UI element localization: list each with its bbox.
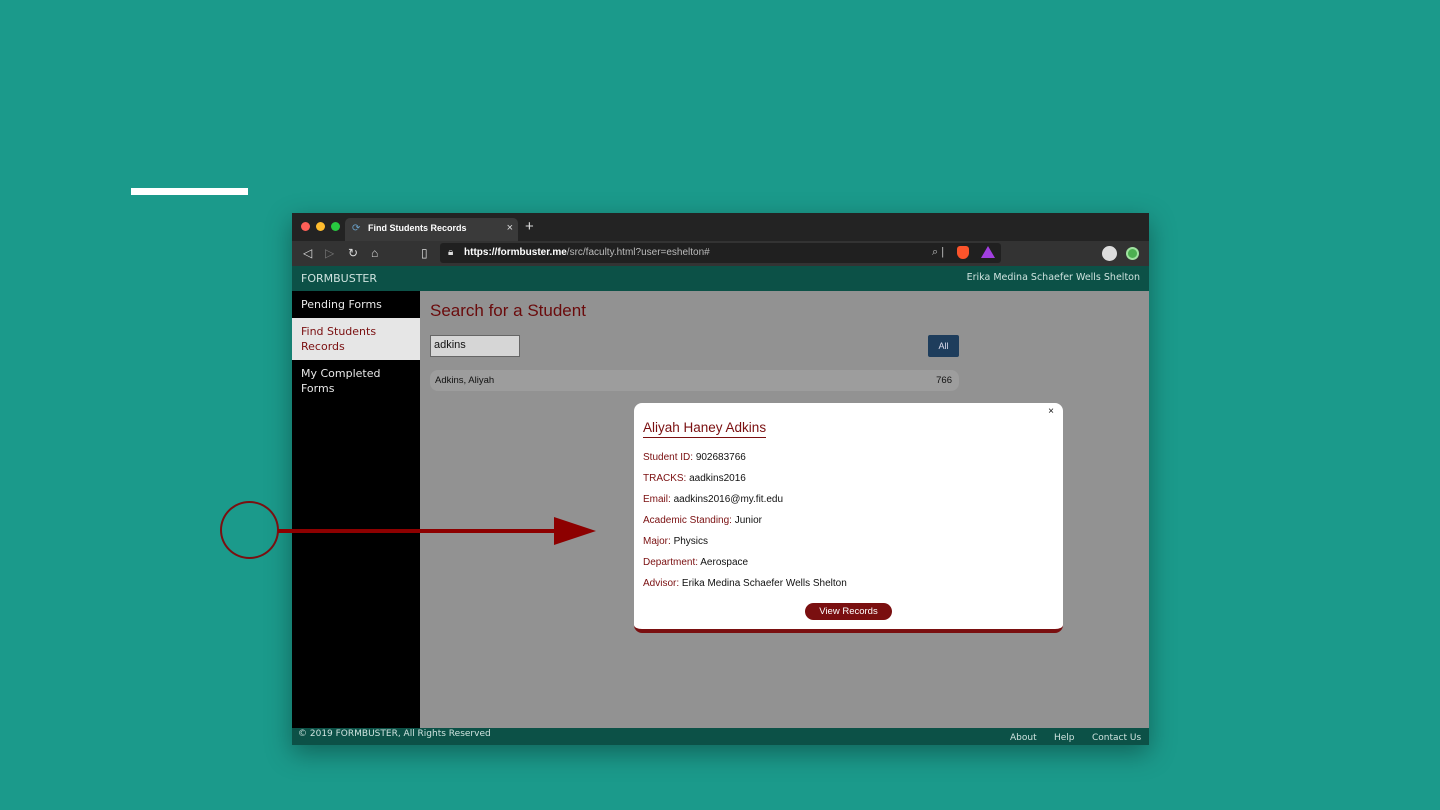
back-icon[interactable]: ◁ <box>303 246 312 260</box>
bookmark-icon[interactable]: ▯ <box>421 246 428 260</box>
page-title: Search for a Student <box>430 301 586 320</box>
field-value: aadkins2016 <box>689 473 746 484</box>
browser-window: ⟳ Find Students Records × + ◁ ▷ ↻ ⌂ ▯ 🔒︎… <box>292 213 1149 745</box>
new-tab-button[interactable]: + <box>525 218 534 235</box>
slide-accent-bar <box>131 188 248 195</box>
field-label: Student ID: <box>643 452 694 463</box>
field-academic-standing: Academic Standing: Junior <box>643 515 762 526</box>
search-result-row[interactable]: Adkins, Aliyah 766 <box>430 370 959 391</box>
main-content: Search for a Student adkins All Adkins, … <box>420 291 1149 728</box>
student-detail-modal: × Aliyah Haney Adkins Student ID: 902683… <box>634 403 1063 633</box>
forward-icon[interactable]: ▷ <box>325 246 334 260</box>
field-advisor: Advisor: Erika Medina Schaefer Wells She… <box>643 578 847 589</box>
field-label: Academic Standing: <box>643 515 732 526</box>
url-text: https://formbuster.me/src/faculty.html?u… <box>464 247 710 258</box>
annotation-circle <box>220 501 279 559</box>
field-department: Department: Aerospace <box>643 557 748 568</box>
result-student-id: 766 <box>936 375 952 386</box>
address-bar[interactable]: 🔒︎ https://formbuster.me/src/faculty.htm… <box>440 243 1001 263</box>
sidebar: Pending Forms Find Students Records My C… <box>292 291 420 728</box>
browser-toolbar: ◁ ▷ ↻ ⌂ ▯ 🔒︎ https://formbuster.me/src/f… <box>292 241 1149 266</box>
field-label: Department: <box>643 557 699 568</box>
tab-title: Find Students Records <box>368 223 467 233</box>
field-email: Email: aadkins2016@my.fit.edu <box>643 494 783 505</box>
lock-icon: 🔒︎ <box>448 247 454 258</box>
footer-link-about[interactable]: About <box>1010 733 1037 743</box>
home-icon[interactable]: ⌂ <box>371 246 378 260</box>
field-value: Aerospace <box>700 557 749 568</box>
student-search-input[interactable]: adkins <box>430 335 520 357</box>
result-student-name: Adkins, Aliyah <box>435 375 495 386</box>
extension-icon[interactable] <box>1126 247 1139 260</box>
tab-strip: ⟳ Find Students Records × + <box>292 213 1149 241</box>
url-domain: https://formbuster.me <box>464 247 567 258</box>
brave-rewards-icon[interactable] <box>981 246 995 258</box>
annotation-arrow-shaft <box>278 529 558 533</box>
zoom-icon[interactable]: ⌕ | <box>932 246 944 259</box>
annotation-arrow-head <box>554 517 596 545</box>
view-records-button[interactable]: View Records <box>805 603 892 620</box>
brave-shield-icon[interactable] <box>957 246 969 259</box>
user-name: Erika Medina Schaefer Wells Shelton <box>966 272 1140 283</box>
field-label: Major: <box>643 536 671 547</box>
footer-link-contact[interactable]: Contact Us <box>1092 733 1141 743</box>
field-tracks: TRACKS: aadkins2016 <box>643 473 746 484</box>
reload-icon[interactable]: ↻ <box>348 246 358 260</box>
field-value: Junior <box>734 515 762 526</box>
field-label: TRACKS: <box>643 473 687 484</box>
brand-logo-text[interactable]: FORMBUSTER <box>301 272 377 285</box>
footer-link-help[interactable]: Help <box>1054 733 1075 743</box>
footer: © 2019 FORMBUSTER, All Rights Reserved A… <box>292 728 1149 745</box>
search-all-button[interactable]: All <box>928 335 959 357</box>
sidebar-item-completed-forms[interactable]: My Completed Forms <box>292 360 420 402</box>
close-icon[interactable]: × <box>1048 406 1054 417</box>
field-major: Major: Physics <box>643 536 708 547</box>
tab-close-icon[interactable]: × <box>507 222 513 234</box>
close-window-button[interactable] <box>301 222 310 231</box>
field-value: 902683766 <box>695 452 746 463</box>
sidebar-item-find-students[interactable]: Find Students Records <box>292 318 420 360</box>
field-label: Advisor: <box>643 578 680 589</box>
field-value: Erika Medina Schaefer Wells Shelton <box>681 578 847 589</box>
field-student-id: Student ID: 902683766 <box>643 452 746 463</box>
student-full-name: Aliyah Haney Adkins <box>643 420 767 438</box>
profile-avatar-icon[interactable] <box>1102 246 1117 261</box>
field-label: Email: <box>643 494 671 505</box>
page-loading-icon: ⟳ <box>352 223 361 234</box>
field-value: aadkins2016@my.fit.edu <box>673 494 784 505</box>
minimize-window-button[interactable] <box>316 222 325 231</box>
app-header: FORMBUSTER Erika Medina Schaefer Wells S… <box>292 266 1149 291</box>
copyright-text: © 2019 FORMBUSTER, All Rights Reserved <box>298 729 491 739</box>
tab-find-students[interactable]: ⟳ Find Students Records × <box>345 218 518 241</box>
maximize-window-button[interactable] <box>331 222 340 231</box>
url-path: /src/faculty.html?user=eshelton# <box>566 247 710 258</box>
sidebar-item-pending-forms[interactable]: Pending Forms <box>292 291 420 318</box>
field-value: Physics <box>673 536 709 547</box>
